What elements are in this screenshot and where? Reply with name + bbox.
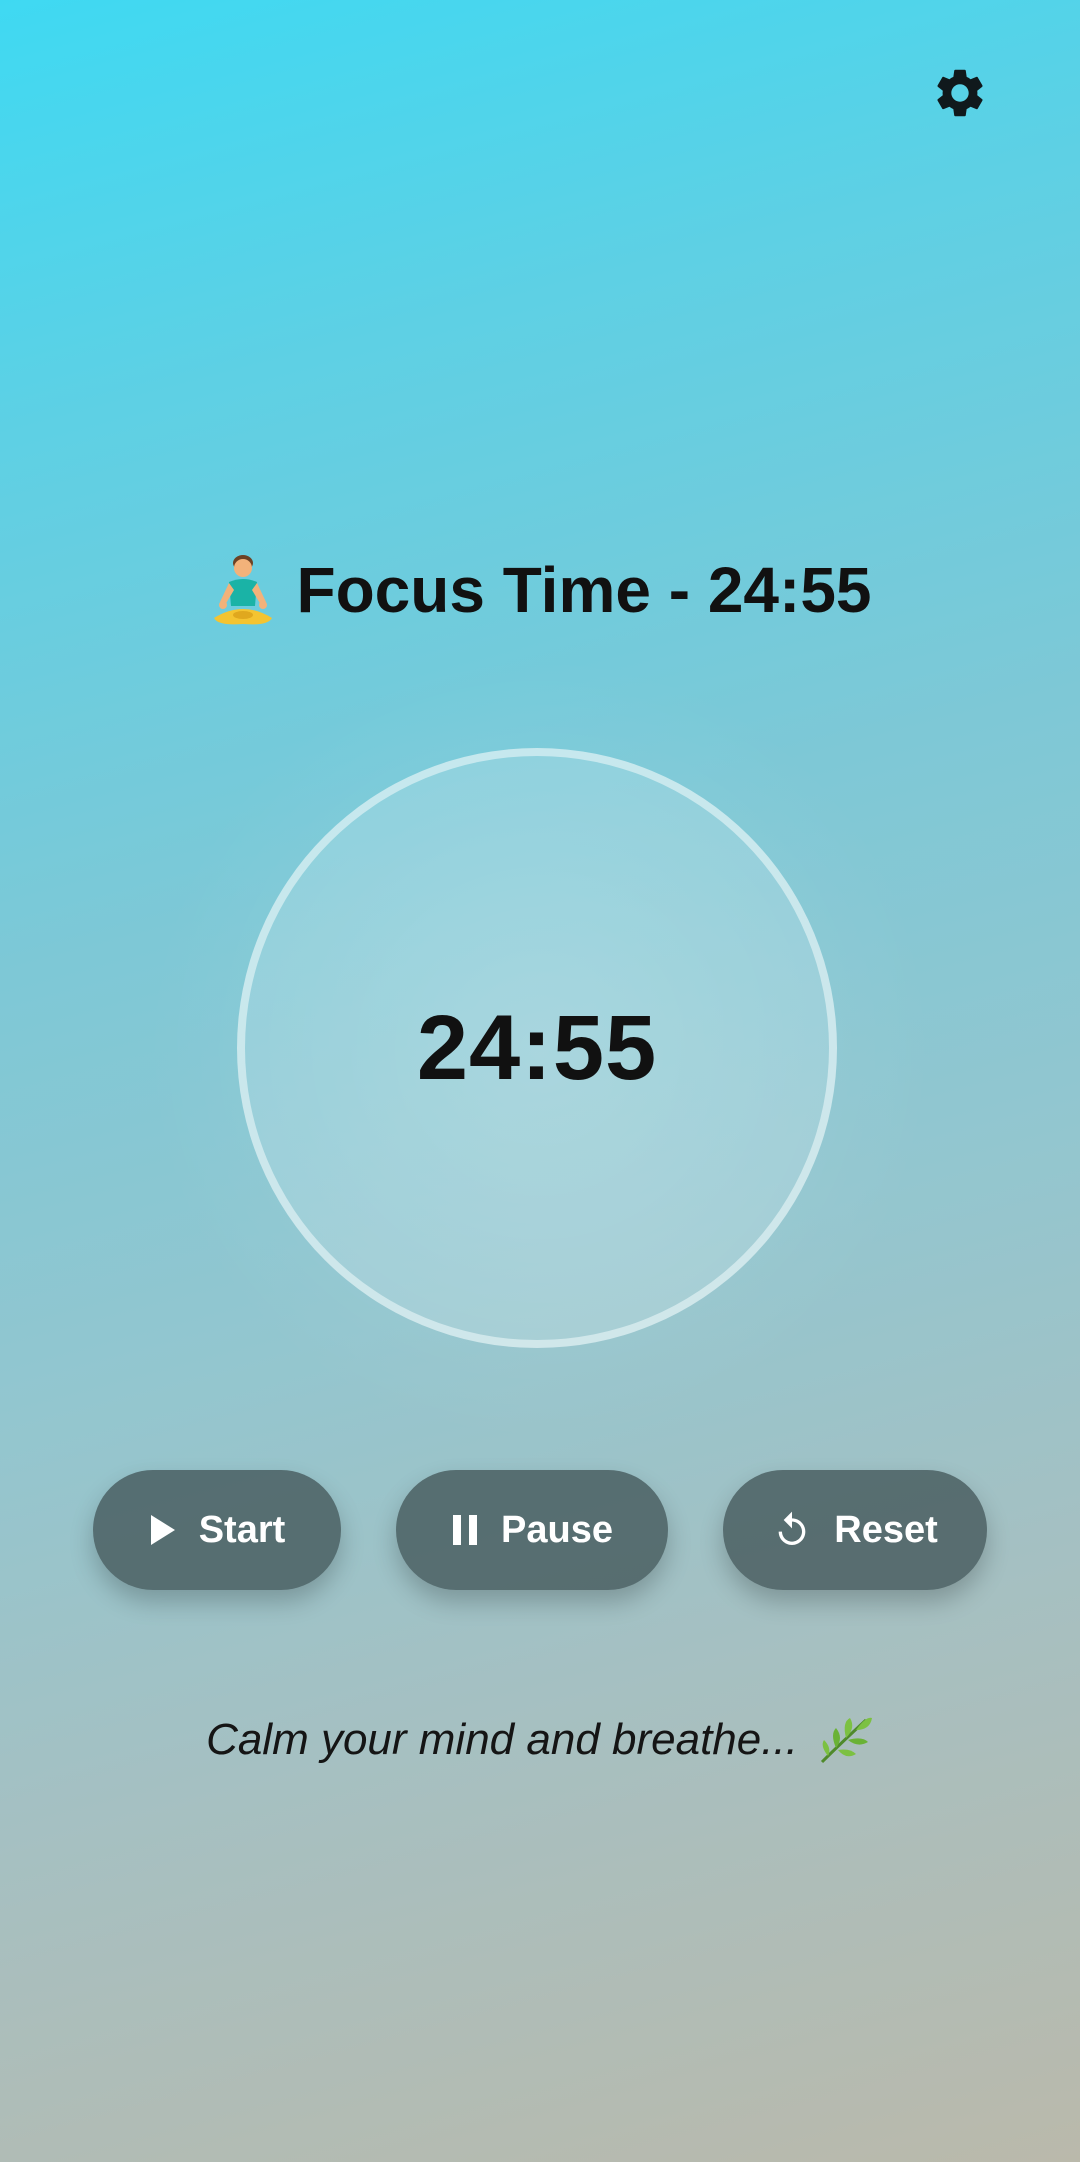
tagline-text: Calm your mind and breathe... bbox=[206, 1715, 798, 1764]
pause-button-label: Pause bbox=[501, 1508, 613, 1551]
page-title-row: Focus Time - 24:55 bbox=[0, 550, 1080, 630]
timer-ring: 24:55 bbox=[237, 748, 837, 1348]
play-icon bbox=[150, 1515, 175, 1545]
reset-icon bbox=[778, 1511, 806, 1545]
pause-button[interactable]: Pause bbox=[396, 1470, 668, 1590]
gear-icon bbox=[937, 69, 983, 117]
settings-button[interactable] bbox=[925, 58, 995, 128]
reset-button-label: Reset bbox=[834, 1508, 938, 1551]
meditation-person-icon bbox=[214, 555, 273, 625]
start-button-label: Start bbox=[198, 1508, 286, 1551]
timer-display: 24:55 bbox=[416, 996, 658, 1099]
reset-button[interactable]: Reset bbox=[723, 1470, 987, 1590]
start-button[interactable]: Start bbox=[93, 1470, 341, 1590]
herb-leaf-icon bbox=[820, 1717, 872, 1764]
tagline-row: Calm your mind and breathe... bbox=[0, 1705, 1080, 1775]
pause-icon bbox=[453, 1515, 478, 1545]
page-title: Focus Time - 24:55 bbox=[296, 554, 872, 626]
